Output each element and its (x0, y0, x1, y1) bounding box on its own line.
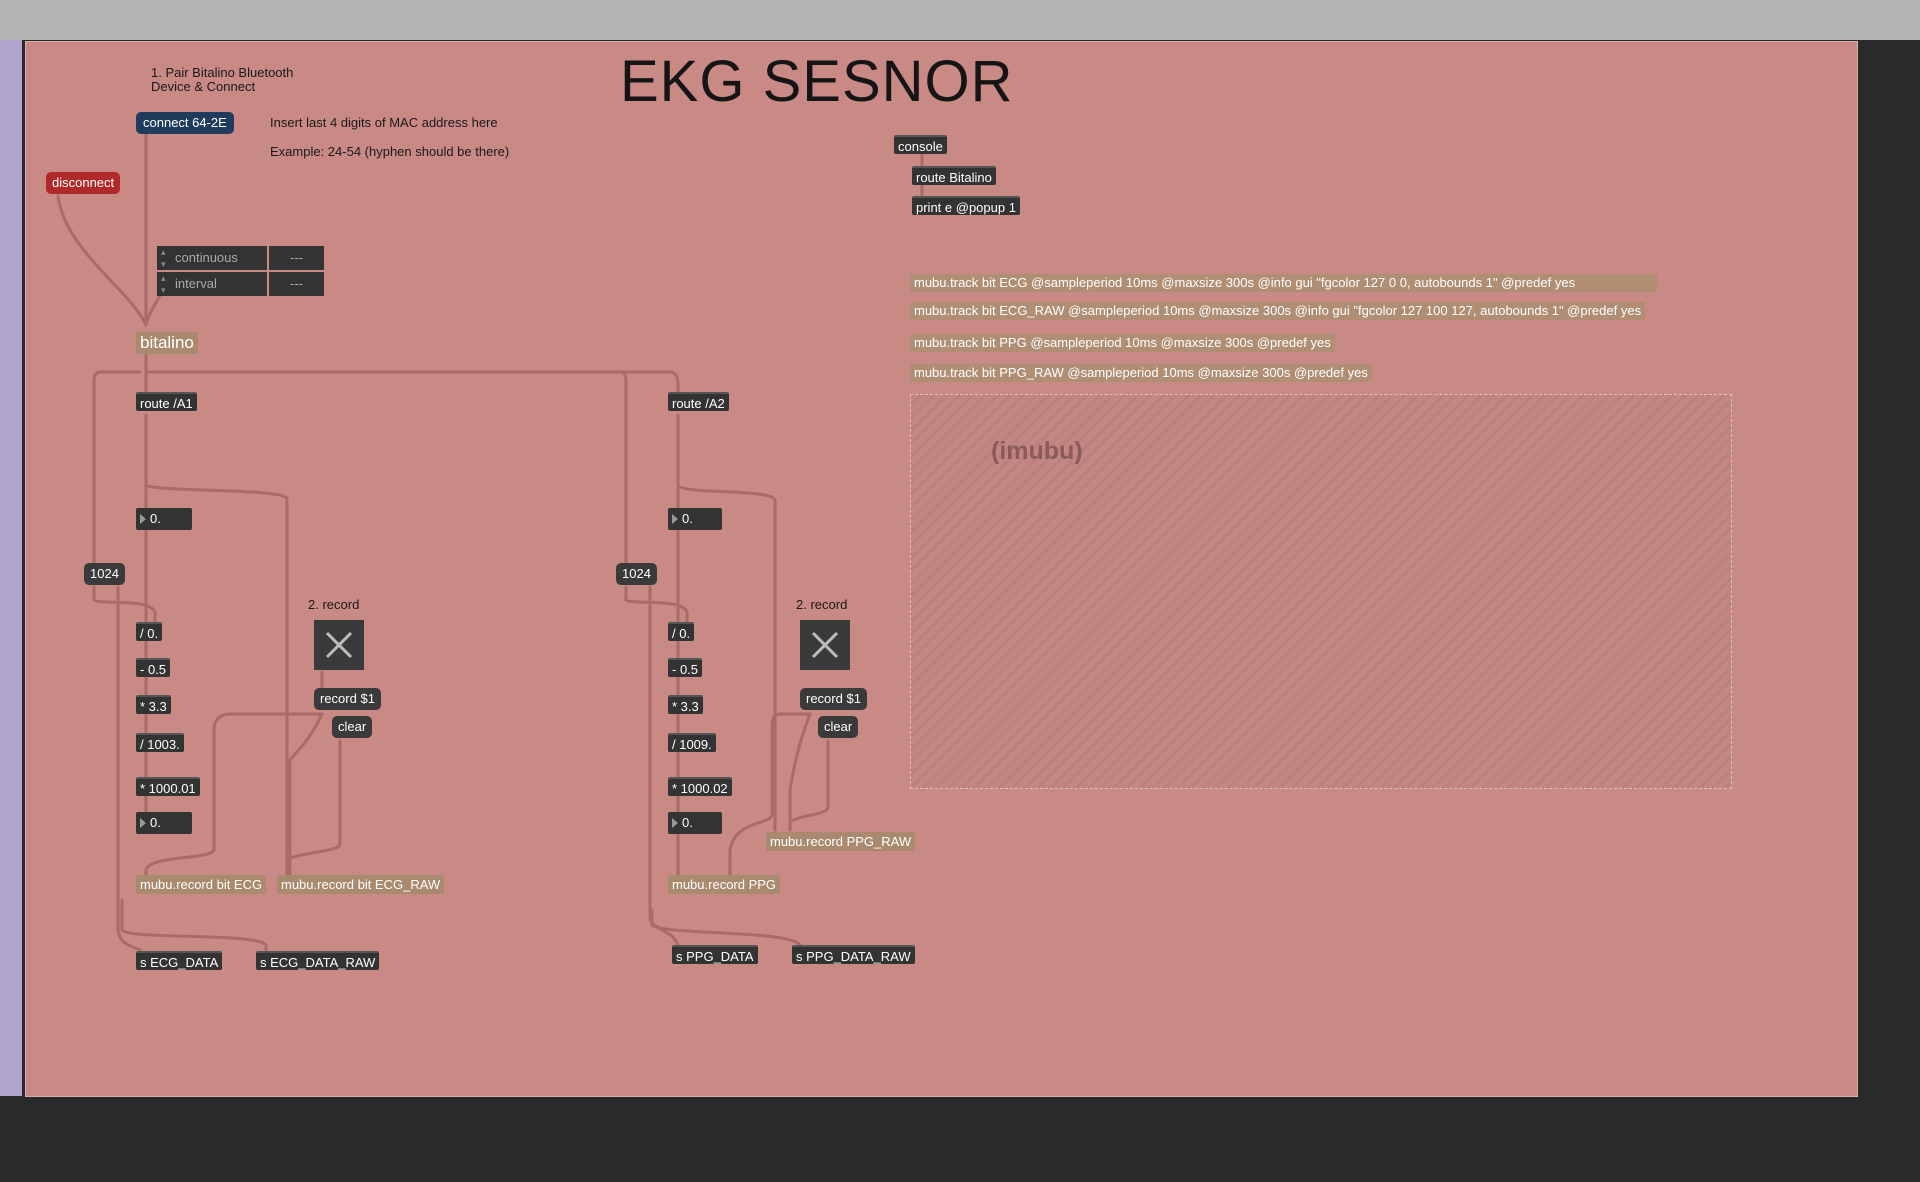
number-value: 0. (682, 815, 693, 830)
send-ppg-data[interactable]: s PPG_DATA (672, 945, 758, 964)
div2-a2-object[interactable]: / 1009. (668, 733, 716, 752)
message-1024-left[interactable]: 1024 (84, 563, 125, 585)
attrui-continuous[interactable]: ▴ ▾ continuous (157, 246, 267, 270)
record-right-toggle[interactable] (800, 620, 850, 670)
disconnect-message[interactable]: disconnect (46, 172, 121, 194)
mul2-a1-object[interactable]: * 1000.01 (136, 777, 200, 796)
output-number-a2[interactable]: 0. (668, 812, 722, 834)
console-object[interactable]: console (894, 135, 947, 154)
mubu-record-ecg[interactable]: mubu.record bit ECG (136, 875, 267, 894)
attrui-continuous-label: continuous (175, 250, 238, 265)
toggle-x-icon (811, 631, 839, 659)
number-arrow-icon (672, 514, 678, 524)
toggle-x-icon (325, 631, 353, 659)
number-arrow-icon (140, 514, 146, 524)
clear-right-message[interactable]: clear (818, 716, 859, 738)
attrui-arrows-icon: ▴ ▾ (161, 273, 166, 295)
number-box-a1[interactable]: 0. (136, 508, 192, 530)
mubu-track-ecg-raw[interactable]: mubu.track bit ECG_RAW @sampleperiod 10m… (910, 302, 1646, 320)
connect-message[interactable]: connect 64-2E (136, 112, 234, 134)
send-ecg-data-raw[interactable]: s ECG_DATA_RAW (256, 951, 380, 970)
route-a2-object[interactable]: route /A2 (668, 392, 729, 411)
route-bitalino-object[interactable]: route Bitalino (912, 166, 996, 185)
sub-a1-object[interactable]: - 0.5 (136, 658, 171, 677)
record-left-comment: 2. record (308, 597, 360, 612)
route-a1-object[interactable]: route /A1 (136, 392, 197, 411)
attrui-interval-label: interval (175, 276, 217, 291)
output-number-a1[interactable]: 0. (136, 812, 192, 834)
bitalino-object[interactable]: bitalino (136, 332, 198, 354)
div-a2-object[interactable]: / 0. (668, 622, 695, 641)
right-side-panel (1860, 40, 1920, 1096)
mubu-track-ecg[interactable]: mubu.track bit ECG @sampleperiod 10ms @m… (910, 274, 1657, 292)
window-top-bar (0, 0, 1920, 40)
mul-a2-object[interactable]: * 3.3 (668, 695, 703, 714)
number-box-a2[interactable]: 0. (668, 508, 722, 530)
mubu-record-ppg-raw[interactable]: mubu.record PPG_RAW (766, 832, 916, 851)
left-sidebar-strip (0, 40, 22, 1096)
print-object[interactable]: print e @popup 1 (912, 196, 1020, 215)
attrui-continuous-value[interactable]: --- (269, 246, 324, 270)
attrui-interval[interactable]: ▴ ▾ interval (157, 272, 267, 296)
mul-a1-object[interactable]: * 3.3 (136, 695, 171, 714)
attrui-interval-value[interactable]: --- (269, 272, 324, 296)
record-left-message[interactable]: record $1 (314, 688, 381, 710)
mac-example-comment: Example: 24-54 (hyphen should be there) (270, 144, 510, 159)
pair-instruction: 1. Pair Bitalino Bluetooth Device & Conn… (151, 65, 294, 94)
message-1024-right[interactable]: 1024 (616, 563, 657, 585)
send-ecg-data[interactable]: s ECG_DATA (136, 951, 223, 970)
record-right-comment: 2. record (796, 597, 848, 612)
number-value: 0. (682, 511, 693, 526)
page-title: EKG SESNOR (620, 49, 1014, 114)
mubu-record-ppg[interactable]: mubu.record PPG (668, 875, 781, 894)
number-value: 0. (150, 815, 161, 830)
div-a1-object[interactable]: / 0. (136, 622, 163, 641)
sub-a2-object[interactable]: - 0.5 (668, 658, 703, 677)
send-ppg-data-raw[interactable]: s PPG_DATA_RAW (792, 945, 915, 964)
number-value: 0. (150, 511, 161, 526)
clear-left-message[interactable]: clear (332, 716, 373, 738)
imubu-editor[interactable]: (imubu) (910, 394, 1732, 789)
imubu-label: (imubu) (991, 437, 1083, 465)
mubu-record-ecg-raw[interactable]: mubu.record bit ECG_RAW (277, 875, 445, 894)
record-left-toggle[interactable] (314, 620, 364, 670)
number-arrow-icon (140, 818, 146, 828)
bottom-bar (0, 1098, 1920, 1182)
number-arrow-icon (672, 818, 678, 828)
mul2-a2-object[interactable]: * 1000.02 (668, 777, 732, 796)
div2-a1-object[interactable]: / 1003. (136, 733, 184, 752)
mac-hint-comment: Insert last 4 digits of MAC address here (270, 115, 498, 130)
record-right-message[interactable]: record $1 (800, 688, 867, 710)
attrui-arrows-icon: ▴ ▾ (161, 247, 166, 269)
mubu-track-ppg-raw[interactable]: mubu.track bit PPG_RAW @sampleperiod 10m… (910, 364, 1372, 382)
mubu-track-ppg[interactable]: mubu.track bit PPG @sampleperiod 10ms @m… (910, 334, 1335, 352)
